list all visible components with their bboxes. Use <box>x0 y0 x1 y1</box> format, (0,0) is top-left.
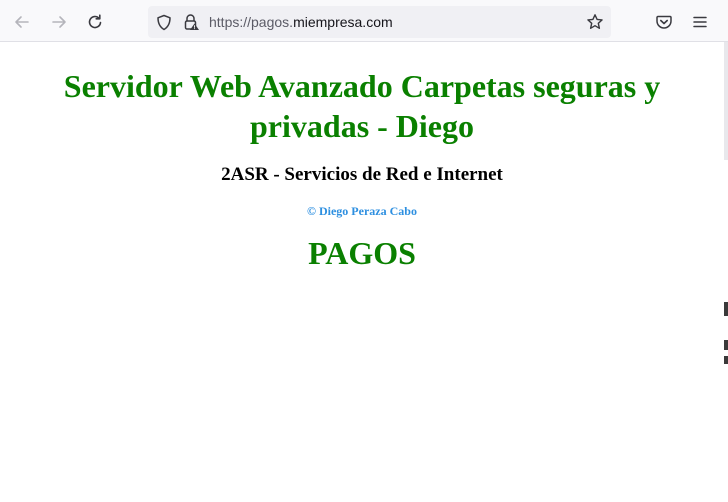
page-content: Servidor Web Avanzado Carpetas seguras y… <box>0 42 724 273</box>
page-title: Servidor Web Avanzado Carpetas seguras y… <box>63 68 661 144</box>
background-window-mark <box>724 340 728 350</box>
url-host: miempresa.com <box>293 14 393 30</box>
shield-icon[interactable] <box>156 14 172 36</box>
reload-icon <box>86 13 104 31</box>
author-credit: © Diego Peraza Cabo <box>307 204 417 218</box>
back-button[interactable] <box>8 8 36 36</box>
page-subtitle: 2ASR - Servicios de Red e Internet <box>221 164 503 185</box>
forward-arrow-icon <box>50 13 68 31</box>
star-icon[interactable] <box>586 13 604 36</box>
background-window-mark <box>724 302 728 316</box>
url-prefix: https://pagos. <box>209 14 294 30</box>
background-window-edge <box>724 42 728 160</box>
reload-button[interactable] <box>81 8 109 36</box>
back-arrow-icon <box>13 13 31 31</box>
background-window-mark <box>724 356 728 364</box>
browser-toolbar: https://pagos.miempresa.com <box>0 0 728 42</box>
url-text[interactable]: https://pagos.miempresa.com <box>209 14 393 30</box>
address-bar[interactable]: https://pagos.miempresa.com <box>148 6 611 38</box>
menu-icon <box>691 13 709 31</box>
section-title: PAGOS <box>308 235 416 271</box>
menu-button[interactable] <box>686 8 714 36</box>
pocket-icon <box>655 13 673 31</box>
forward-button[interactable] <box>45 8 73 36</box>
pocket-button[interactable] <box>650 8 678 36</box>
lock-icon[interactable] <box>182 13 200 36</box>
